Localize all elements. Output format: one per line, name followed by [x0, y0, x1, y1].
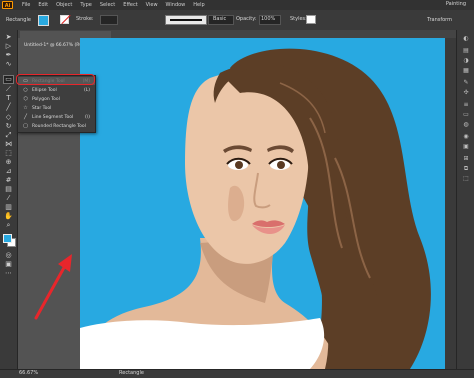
flyout-item-label: Star Tool [32, 106, 52, 111]
workspace-switcher[interactable]: Painting [446, 2, 466, 7]
flyout-item-label: Line Segment Tool [32, 115, 74, 120]
hand-icon[interactable]: ✋ [4, 213, 13, 220]
type-icon[interactable]: T [4, 95, 13, 102]
width-icon[interactable]: ⋈ [4, 141, 13, 148]
mesh-icon[interactable]: # [4, 177, 13, 184]
pen-icon[interactable]: ✒ [4, 52, 13, 59]
left-iris [235, 161, 243, 169]
white-top [80, 318, 325, 369]
drawing-modes-icon[interactable]: ◎ [4, 252, 13, 259]
stroke-icon[interactable]: ≡ [462, 102, 470, 108]
status-tool-name: Rectangle [119, 370, 144, 376]
swatches-icon[interactable]: ▦ [462, 68, 470, 74]
menu-select[interactable]: Select [100, 2, 115, 8]
symbols-icon[interactable]: ✣ [462, 90, 470, 96]
brush-definition-value: Basic [213, 16, 227, 22]
properties-icon[interactable]: ◐ [462, 36, 470, 42]
direct-selection-icon[interactable]: ▷ [4, 43, 13, 50]
line-icon[interactable]: ╱ [4, 104, 13, 111]
flyout-item-label: Polygon Tool [32, 97, 60, 102]
red-highlight-outline [16, 74, 95, 85]
red-annotation-arrow [34, 254, 72, 320]
scrollbar-vertical[interactable] [445, 38, 456, 369]
color-icon[interactable]: ◑ [462, 58, 470, 64]
fill-color-swatch[interactable] [38, 15, 49, 26]
zoom-level[interactable]: 66.67% [19, 371, 38, 376]
menu-edit[interactable]: Edit [38, 2, 48, 8]
zoom-icon[interactable]: ⌕ [4, 222, 13, 229]
flyout-item-ellipse[interactable]: ○ Ellipse Tool (L) [18, 86, 95, 94]
illustrator-logo: Ai [2, 1, 13, 9]
scale-icon[interactable]: ⤢ [4, 132, 13, 139]
gradient-panel-icon[interactable]: ▭ [462, 112, 470, 118]
eyedropper-icon[interactable]: ⁄ [4, 195, 13, 202]
polygon-tool-icon: ⬡ [23, 96, 28, 102]
graphic-styles-icon[interactable]: ▣ [462, 144, 470, 150]
stroke-label[interactable]: Stroke: [76, 17, 94, 22]
line-segment-tool-icon: ╱ [23, 114, 27, 120]
styles-label: Styles: [290, 16, 307, 22]
portrait-illustration [80, 48, 431, 369]
pathfinder-icon[interactable]: ⧉ [462, 166, 470, 172]
transparency-icon[interactable]: ◍ [462, 122, 470, 128]
flyout-item-polygon[interactable]: ⬡ Polygon Tool [18, 95, 95, 103]
brushes-icon[interactable]: ✎ [462, 80, 470, 86]
document-tab[interactable]: Untitled-1* @ 66.67% (RGB/Preview) [20, 31, 111, 48]
stroke-weight-field[interactable] [100, 15, 118, 25]
transform-panel-icon[interactable]: ⬚ [462, 176, 470, 182]
selection-arrow-icon[interactable]: ➤ [4, 34, 13, 41]
menu-file[interactable]: File [22, 2, 30, 8]
more-tools-icon[interactable]: ⋯ [4, 270, 13, 277]
opacity-label[interactable]: Opacity: [236, 17, 257, 22]
flyout-item-label: Ellipse Tool [32, 88, 57, 93]
fill-indicator[interactable] [3, 234, 12, 243]
gradient-icon[interactable]: ▤ [4, 186, 13, 193]
shape-builder-icon[interactable]: ⊕ [4, 159, 13, 166]
graph-icon[interactable]: ▥ [4, 204, 13, 211]
screen-mode-icon[interactable]: ▣ [4, 261, 13, 268]
right-iris [277, 161, 285, 169]
right-panel-dock: ◐ ▤ ◑ ▦ ✎ ✣ ≡ ▭ ◍ ◉ ▣ ⊞ ⧉ ⬚ [456, 30, 474, 369]
menu-window[interactable]: Window [166, 2, 186, 8]
eraser-icon[interactable]: ◇ [4, 114, 13, 121]
brush-icon[interactable]: ⟋ [4, 86, 13, 93]
free-transform-icon[interactable]: ⬚ [4, 150, 13, 157]
flyout-item-star[interactable]: ☆ Star Tool [18, 104, 95, 112]
menu-type[interactable]: Type [80, 2, 91, 8]
flyout-item-rounded-rectangle[interactable]: ▢ Rounded Rectangle Tool [18, 122, 95, 130]
star-tool-icon: ☆ [23, 105, 28, 111]
menu-view[interactable]: View [146, 2, 158, 8]
flyout-item-shortcut: (L) [83, 88, 90, 93]
variable-width-profile[interactable] [165, 15, 207, 25]
menu-bar: Ai File Edit Object Type Select Effect V… [0, 0, 474, 10]
flyout-item-shortcut: (\) [84, 115, 90, 120]
menu-list: File Edit Object Type Select Effect View… [22, 2, 205, 8]
transform-button[interactable]: Transform [427, 18, 452, 23]
menu-effect[interactable]: Effect [123, 2, 137, 8]
rotate-icon[interactable]: ↻ [4, 123, 13, 130]
menu-object[interactable]: Object [56, 2, 72, 8]
ellipse-tool-icon: ○ [23, 87, 28, 93]
flyout-item-label: Rounded Rectangle Tool [32, 124, 86, 129]
rounded-rectangle-tool-icon: ▢ [23, 123, 28, 129]
control-bar: Rectangle Stroke: Basic Opacity: 100% St… [0, 10, 474, 31]
artboard-canvas[interactable] [80, 38, 446, 369]
flyout-item-line-segment[interactable]: ╱ Line Segment Tool (\) [18, 113, 95, 121]
rectangle-icon[interactable]: ▭ [3, 75, 14, 84]
graphic-style-swatch[interactable] [306, 15, 316, 24]
align-icon[interactable]: ⊞ [462, 156, 470, 162]
curvature-icon[interactable]: ∿ [4, 61, 13, 68]
appearance-icon[interactable]: ◉ [462, 134, 470, 140]
selection-type-label: Rectangle [6, 17, 31, 23]
opacity-value: 100% [261, 16, 276, 22]
menu-help[interactable]: Help [193, 2, 204, 8]
layers-icon[interactable]: ▤ [462, 48, 470, 54]
perspective-icon[interactable]: ⊿ [4, 168, 13, 175]
